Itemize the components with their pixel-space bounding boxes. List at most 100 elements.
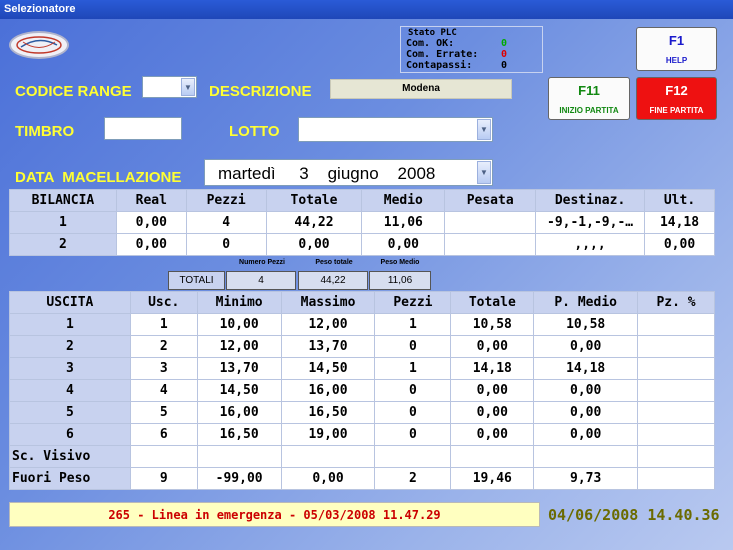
plc-contapassi-value: 0: [500, 60, 508, 71]
uscita-minimo: [196, 445, 282, 468]
window-title-bar: Selezionatore: [0, 0, 733, 19]
uscita-minimo: -99,00: [196, 467, 282, 490]
uscita-minimo: 13,70: [196, 357, 282, 380]
bilancia-ult: 14,18: [644, 211, 715, 234]
uscita-row-id: 5: [9, 401, 131, 424]
totali-peso-medio: 11,06: [369, 271, 431, 290]
uscita-pz-perc: [637, 423, 715, 446]
uscita-minimo: 12,00: [196, 335, 282, 358]
uscita-pezzi: [374, 445, 452, 468]
uscita-pz-perc: [637, 379, 715, 402]
uscita-usc: 5: [129, 401, 198, 424]
data-macellazione-label: DATA MACELLAZIONE: [15, 169, 182, 186]
plc-row-contapassi: Contapassi: 0: [406, 60, 537, 71]
bilancia-totale: 44,22: [265, 211, 363, 234]
table-row: 3 3 13,70 14,50 1 14,18 14,18: [9, 357, 715, 380]
plc-com-errate-label: Com. Errate:: [406, 49, 479, 60]
uscita-massimo: 16,00: [280, 379, 376, 402]
uscita-totale: 0,00: [450, 401, 535, 424]
bilancia-pezzi: 4: [185, 211, 267, 234]
start-batch-button-label: INIZIO PARTITA: [559, 105, 619, 115]
uscita-usc: 3: [129, 357, 198, 380]
uscita-table: USCITA Usc. Minimo Massimo Pezzi Totale …: [9, 291, 715, 490]
bilancia-col-pezzi: Pezzi: [185, 189, 267, 212]
totali-numero-pezzi: 4: [226, 271, 296, 290]
timbro-label: TIMBRO: [15, 123, 75, 140]
chevron-down-icon[interactable]: ▼: [477, 119, 491, 140]
table-row: 2 2 12,00 13,70 0 0,00 0,00: [9, 335, 715, 358]
help-button[interactable]: F1 HELP: [636, 27, 717, 71]
uscita-col-usc: Usc.: [129, 291, 198, 314]
uscita-row-id: 4: [9, 379, 131, 402]
plc-status-title: Stato PLC: [408, 28, 457, 38]
uscita-p-medio: 0,00: [533, 423, 639, 446]
descrizione-label: DESCRIZIONE: [209, 83, 312, 100]
timbro-input[interactable]: [104, 117, 182, 140]
uscita-totale: [450, 445, 535, 468]
plc-com-errate-value: 0: [500, 49, 508, 60]
uscita-p-medio: 9,73: [533, 467, 639, 490]
bilancia-pesata: [444, 233, 537, 256]
chevron-down-icon[interactable]: ▼: [181, 78, 195, 96]
bilancia-col-totale: Totale: [265, 189, 363, 212]
status-message: 265 - Linea in emergenza - 05/03/2008 11…: [9, 502, 540, 527]
uscita-pezzi: 0: [374, 379, 452, 402]
uscita-totale: 0,00: [450, 335, 535, 358]
bilancia-pesata: [444, 211, 537, 234]
lotto-select[interactable]: ▼: [298, 117, 493, 142]
uscita-col-uscita: USCITA: [9, 291, 131, 314]
data-macellazione-picker[interactable]: martedì 3 giugno 2008 ▼: [204, 159, 493, 186]
uscita-totale: 10,58: [450, 313, 535, 336]
plc-status-panel: Stato PLC Com. OK: 0 Com. Errate: 0 Cont…: [400, 26, 543, 73]
plc-contapassi-label: Contapassi:: [406, 60, 473, 71]
uscita-minimo: 10,00: [196, 313, 282, 336]
status-clock: 04/06/2008 14.40.36: [548, 506, 720, 524]
totali-caption-medio: Peso Medio: [380, 259, 420, 266]
bilancia-destinaz: -9,-1,-9,-…: [535, 211, 646, 234]
uscita-minimo: 16,50: [196, 423, 282, 446]
window-title: Selezionatore: [4, 3, 76, 15]
uscita-massimo: 0,00: [280, 467, 376, 490]
uscita-totale: 14,18: [450, 357, 535, 380]
totali-caption-peso: Peso totale: [315, 259, 353, 266]
lotto-label: LOTTO: [229, 123, 280, 140]
uscita-massimo: 16,50: [280, 401, 376, 424]
bilancia-real: 0,00: [115, 233, 187, 256]
uscita-pz-perc: [637, 313, 715, 336]
bilancia-destinaz: ,,,,: [535, 233, 646, 256]
uscita-minimo: 16,00: [196, 401, 282, 424]
uscita-minimo: 14,50: [196, 379, 282, 402]
table-row: 6 6 16,50 19,00 0 0,00 0,00: [9, 423, 715, 446]
start-batch-button[interactable]: F11 INIZIO PARTITA: [548, 77, 630, 120]
uscita-pezzi: 0: [374, 423, 452, 446]
uscita-pz-perc: [637, 335, 715, 358]
table-row: 2 0,00 0 0,00 0,00 ,,,, 0,00: [9, 233, 715, 256]
descrizione-field: Modena: [330, 79, 512, 99]
table-row: Sc. Visivo: [9, 445, 715, 468]
uscita-row-id: 1: [9, 313, 131, 336]
table-row: 1 0,00 4 44,22 11,06 -9,-1,-9,-… 14,18: [9, 211, 715, 234]
uscita-row-id: Sc. Visivo: [9, 445, 131, 468]
uscita-pz-perc: [637, 445, 715, 468]
uscita-p-medio: 0,00: [533, 379, 639, 402]
plc-row-com-errate: Com. Errate: 0: [406, 49, 537, 60]
codice-range-label: CODICE RANGE: [15, 83, 132, 100]
uscita-massimo: 12,00: [280, 313, 376, 336]
bilancia-medio: 11,06: [361, 211, 446, 234]
uscita-pezzi: 0: [374, 335, 452, 358]
bilancia-col-pesata: Pesata: [444, 189, 537, 212]
plc-com-ok-label: Com. OK:: [406, 38, 455, 49]
bilancia-table: BILANCIA Real Pezzi Totale Medio Pesata …: [9, 189, 715, 256]
bilancia-row-id: 1: [9, 211, 117, 234]
uscita-pz-perc: [637, 401, 715, 424]
uscita-massimo: [280, 445, 376, 468]
uscita-massimo: 14,50: [280, 357, 376, 380]
codice-range-select[interactable]: ▼: [142, 76, 197, 98]
end-batch-button[interactable]: F12 FINE PARTITA: [636, 77, 717, 120]
bilancia-col-medio: Medio: [361, 189, 446, 212]
uscita-usc: [129, 445, 198, 468]
totali-label: TOTALI: [168, 271, 225, 290]
bilancia-real: 0,00: [115, 211, 187, 234]
uscita-pz-perc: [637, 467, 715, 490]
chevron-down-icon[interactable]: ▼: [477, 161, 491, 184]
